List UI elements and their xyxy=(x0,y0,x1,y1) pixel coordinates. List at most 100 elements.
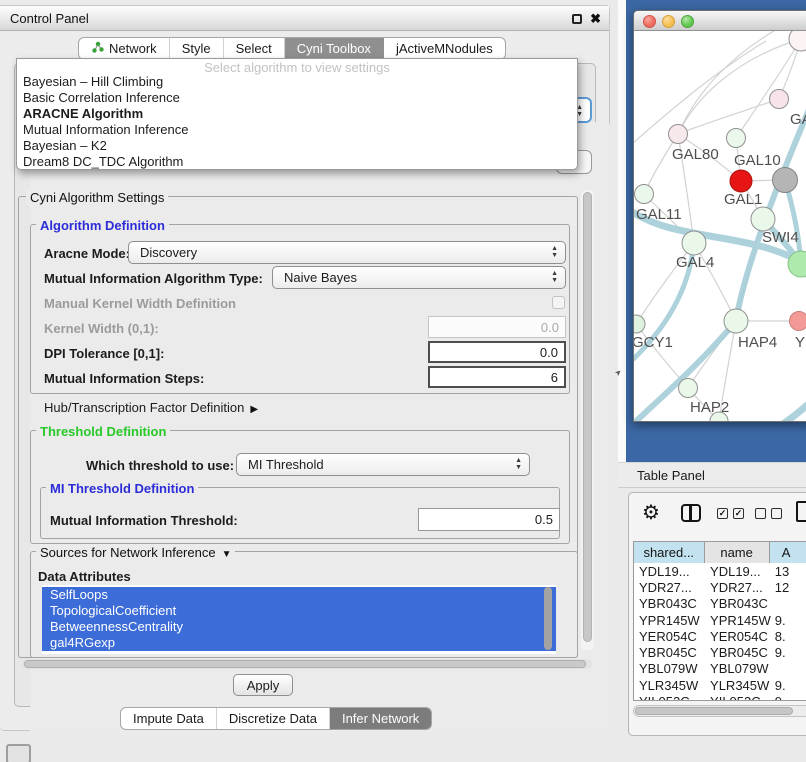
table-header-row: shared... name A xyxy=(634,542,806,563)
tab-impute-data[interactable]: Impute Data xyxy=(121,708,217,729)
network-window-titlebar[interactable] xyxy=(634,11,806,31)
attribute-item-selected[interactable]: gal4RGexp xyxy=(42,635,556,651)
settings-hscrollbar-thumb[interactable] xyxy=(24,660,586,668)
node-label: GAL xyxy=(790,111,806,128)
checked-checkbox-icon[interactable]: ✓ xyxy=(717,508,728,519)
table-hscrollbar-thumb[interactable] xyxy=(635,707,793,715)
zoom-traffic-light-icon[interactable] xyxy=(681,15,694,28)
table-panel-card: ⚙ ✓ ✓ shared... name A YDL19...YDL19...1… xyxy=(628,492,806,736)
table-row[interactable]: YIL052CYIL052C9 xyxy=(634,693,806,701)
node-gal1-red xyxy=(730,170,752,192)
dpi-tolerance-label: DPI Tolerance [0,1]: xyxy=(44,346,164,361)
kernel-width-label: Kernel Width (0,1): xyxy=(44,321,159,336)
dropdown-placeholder: Select algorithm to view settings xyxy=(17,60,577,75)
column-header-partial[interactable]: A xyxy=(770,542,806,563)
tab-select[interactable]: Select xyxy=(224,38,285,59)
attribute-item-selected[interactable]: TopologicalCoefficient xyxy=(42,603,556,619)
node xyxy=(770,90,789,109)
unchecked-checkbox-icon[interactable] xyxy=(755,508,766,519)
network-view-window: GAL GAL80 GAL10 GAL1 GAL11 SWI4 GAL4 GCY… xyxy=(633,10,806,422)
checked-checkbox-icon[interactable]: ✓ xyxy=(733,508,744,519)
data-attributes-list[interactable]: SelfLoops TopologicalCoefficient Between… xyxy=(42,585,556,654)
dropdown-item-highlighted[interactable]: ARACNE Algorithm xyxy=(23,106,143,122)
table-row[interactable]: YBL079WYBL079W xyxy=(634,661,806,677)
split-pane-icon[interactable] xyxy=(681,504,701,522)
dpi-tolerance-field[interactable]: 0.0 xyxy=(428,341,566,363)
table-row[interactable]: YPR145WYPR145W9. xyxy=(634,612,806,628)
attributes-scrollbar-thumb[interactable] xyxy=(544,587,552,650)
mi-steps-field[interactable]: 6 xyxy=(428,366,566,388)
tab-discretize-data[interactable]: Discretize Data xyxy=(217,708,330,729)
node-gal4 xyxy=(682,231,706,255)
mi-threshold-legend: MI Threshold Definition xyxy=(46,481,198,496)
tab-infer-network[interactable]: Infer Network xyxy=(330,708,431,729)
which-threshold-combo[interactable]: MI Threshold ▲▼ xyxy=(236,453,530,476)
node-label: HAP4 xyxy=(738,334,777,351)
sources-legend[interactable]: Sources for Network Inference▼ xyxy=(36,545,235,560)
gear-icon[interactable]: ⚙ xyxy=(642,500,660,525)
network-canvas[interactable]: GAL GAL80 GAL10 GAL1 GAL11 SWI4 GAL4 GCY… xyxy=(634,31,806,422)
close-traffic-light-icon[interactable] xyxy=(643,15,656,28)
dropdown-item[interactable]: Basic Correlation Inference xyxy=(23,90,180,106)
close-window-icon[interactable]: ✖ xyxy=(590,14,601,24)
settings-vscrollbar-thumb[interactable] xyxy=(583,192,592,642)
table-row[interactable]: YBR043CYBR043C xyxy=(634,596,806,612)
dropdown-item[interactable]: Dream8 DC_TDC Algorithm xyxy=(23,154,183,170)
mi-type-combo[interactable]: Naive Bayes ▲▼ xyxy=(272,266,566,289)
dropdown-item[interactable]: Bayesian – Hill Climbing xyxy=(23,74,163,90)
tab-network[interactable]: Network xyxy=(79,38,170,59)
node-gal80 xyxy=(669,125,688,144)
bottom-left-stub-button[interactable] xyxy=(6,744,31,762)
aracne-mode-combo[interactable]: Discovery ▲▼ xyxy=(128,241,566,264)
node-label: GAL10 xyxy=(734,152,781,169)
tab-network-label: Network xyxy=(109,41,157,56)
apply-button[interactable]: Apply xyxy=(233,674,293,696)
settings-hscrollbar-track[interactable] xyxy=(22,659,592,669)
float-window-icon[interactable] xyxy=(572,14,582,24)
table-panel-bar: Table Panel xyxy=(618,462,806,488)
node-label: Y xyxy=(795,334,805,351)
dropdown-item[interactable]: Mutual Information Inference xyxy=(23,122,188,138)
mi-steps-label: Mutual Information Steps: xyxy=(44,371,204,386)
table-row[interactable]: YBR045CYBR045C9. xyxy=(634,644,806,660)
table-row[interactable]: YLR345WYLR345W9. xyxy=(634,677,806,693)
unchecked-checkbox-icon[interactable] xyxy=(771,508,782,519)
column-header-name[interactable]: name xyxy=(705,542,770,563)
manual-kernel-checkbox[interactable] xyxy=(552,296,565,309)
tab-style[interactable]: Style xyxy=(170,38,224,59)
attribute-item-selected[interactable]: BetweennessCentrality xyxy=(42,619,556,635)
algorithm-definition-legend: Algorithm Definition xyxy=(36,218,169,233)
table-row[interactable]: YDL19...YDL19...13 xyxy=(634,563,806,579)
kernel-width-field[interactable]: 0.0 xyxy=(428,316,566,338)
stepper-icon: ▲▼ xyxy=(551,245,558,259)
column-header-shared[interactable]: shared... xyxy=(634,542,705,563)
minimize-traffic-light-icon[interactable] xyxy=(662,15,675,28)
control-panel-titlebar: Control Panel ✖ xyxy=(0,6,609,31)
node-hap2 xyxy=(679,379,698,398)
control-panel-tabbar: Network Style Select Cyni Toolbox jActiv… xyxy=(78,37,506,60)
network-icon xyxy=(91,41,104,57)
table-row[interactable]: YER054CYER054C8. xyxy=(634,628,806,644)
mi-threshold-field[interactable]: 0.5 xyxy=(418,508,560,531)
bottom-tabbar: Impute Data Discretize Data Infer Networ… xyxy=(120,707,432,730)
document-icon[interactable] xyxy=(796,501,806,522)
tab-cyni-toolbox[interactable]: Cyni Toolbox xyxy=(285,38,384,59)
node-label: GAL1 xyxy=(724,191,762,208)
table-row[interactable]: YDR27...YDR27...12 xyxy=(634,579,806,595)
node-table[interactable]: shared... name A YDL19...YDL19...13 YDR2… xyxy=(633,541,806,701)
node-gray xyxy=(773,168,798,193)
attribute-item-selected[interactable]: SelfLoops xyxy=(42,587,556,603)
cyni-settings-legend: Cyni Algorithm Settings xyxy=(26,190,168,205)
dropdown-item[interactable]: Bayesian – K2 xyxy=(23,138,107,154)
node-label: GAL80 xyxy=(672,146,719,163)
panel-divider[interactable] xyxy=(618,0,626,462)
table-panel-title: Table Panel xyxy=(618,468,705,483)
table-hscrollbar-track[interactable] xyxy=(633,705,806,717)
node-gal10 xyxy=(727,129,746,148)
threshold-definition-legend: Threshold Definition xyxy=(36,424,170,439)
expand-right-icon: ▶ xyxy=(250,404,258,415)
aracne-mode-label: Aracne Mode: xyxy=(44,246,130,261)
tab-jactivemnodules[interactable]: jActiveMNodules xyxy=(384,38,505,59)
node xyxy=(751,207,775,231)
hub-definition-toggle[interactable]: Hub/Transcription Factor Definition▶ xyxy=(44,400,258,415)
